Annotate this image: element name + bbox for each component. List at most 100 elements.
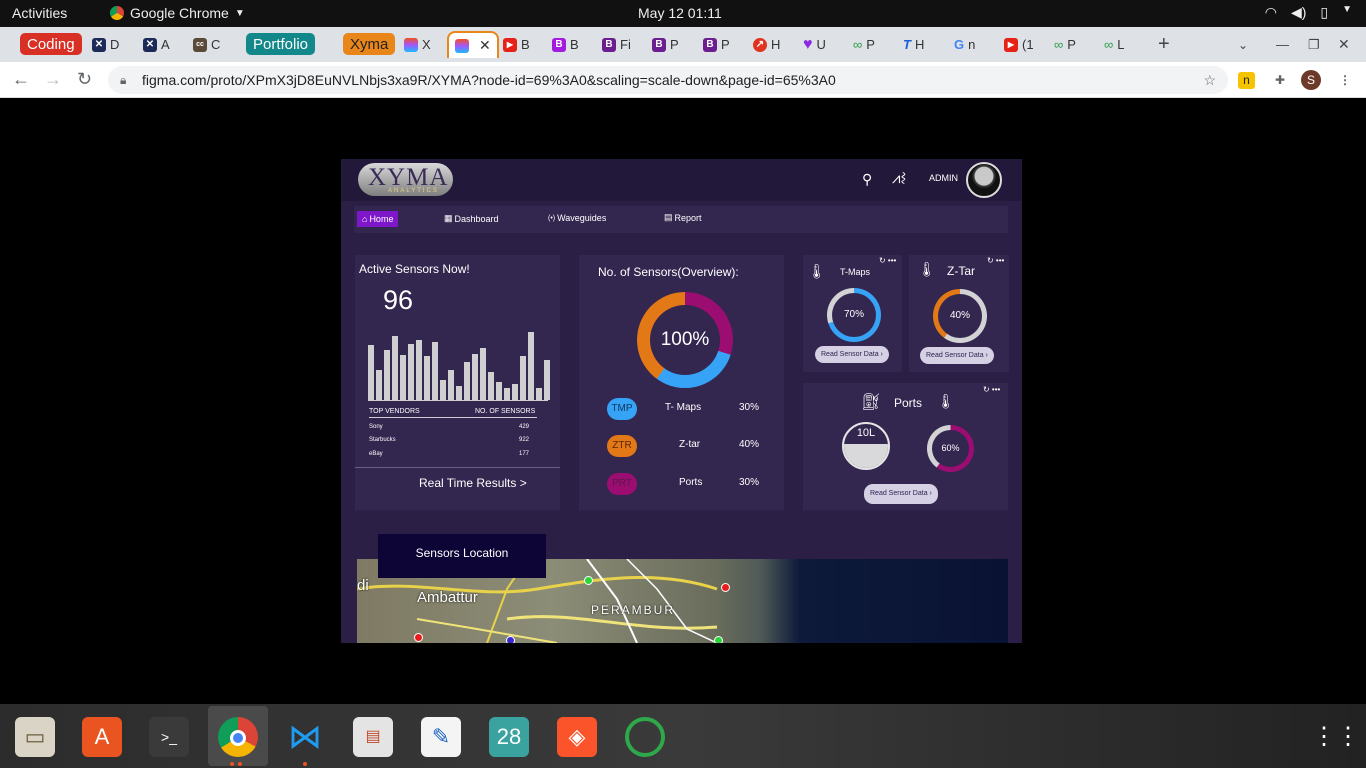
tab[interactable]: ✕ D <box>92 31 119 58</box>
sensor-pin[interactable] <box>721 583 730 592</box>
nav-home[interactable]: ⌂ Home <box>357 211 399 227</box>
show-apps-icon[interactable]: ⋮⋮⋮ <box>1312 717 1366 757</box>
tab-label: Fi <box>620 37 631 52</box>
reload-icon[interactable]: ↻ <box>77 69 92 90</box>
tab-label: H <box>771 37 781 52</box>
app-name: Google Chrome <box>130 5 229 21</box>
tab-search-icon[interactable]: ⌄ <box>1238 31 1248 58</box>
ports-read-sensor-button[interactable]: Read Sensor Data › <box>864 484 938 504</box>
tab[interactable]: ∞ L <box>1104 31 1125 58</box>
bar <box>432 342 438 400</box>
app-menu[interactable]: Google Chrome ▼ <box>110 5 245 21</box>
b-icon: B <box>552 37 566 52</box>
map-label-perambur: PERAMBUR <box>591 603 676 617</box>
legend-name: T- Maps <box>665 402 702 413</box>
gitkraken-icon[interactable] <box>625 717 665 757</box>
tab[interactable]: Gn <box>954 31 975 58</box>
extension-icon[interactable]: n <box>1238 72 1255 89</box>
tab[interactable]: ♥ U <box>803 31 826 58</box>
tab-group-xyma[interactable]: Xyma <box>343 33 396 55</box>
tab[interactable]: X <box>404 31 431 58</box>
tmaps-gauge: 70% <box>827 288 881 342</box>
sensor-pin[interactable] <box>506 636 515 643</box>
text-editor-icon[interactable]: ✎ <box>421 717 461 757</box>
new-tab-button[interactable]: + <box>1158 31 1170 58</box>
legend-name: Ports <box>679 477 703 488</box>
activity-pulse-icon[interactable]: ⩘⌇ <box>892 170 906 187</box>
tab[interactable]: cc C <box>193 31 220 58</box>
terminal-icon[interactable]: >_ <box>149 717 189 757</box>
puzzle-icon[interactable]: ✚ <box>1270 70 1290 90</box>
infinity-icon: ∞ <box>853 37 863 52</box>
tab[interactable]: BB <box>552 31 579 58</box>
refresh-more-icon[interactable]: ↻ ••• <box>983 385 1000 394</box>
tab[interactable]: BP <box>652 31 679 58</box>
page-viewport: XYMA ANALYTICS ⚲ ⩘⌇ ADMIN ⌂ Home ▦ Dashboa… <box>0 98 1366 704</box>
sensor-pin[interactable] <box>584 576 593 585</box>
tab-label: U <box>816 37 826 52</box>
vendor-name: Sony <box>369 424 383 430</box>
tab[interactable]: BP <box>703 31 730 58</box>
close-window-icon[interactable]: ✕ <box>1338 31 1350 58</box>
files-icon[interactable]: ▭ <box>15 717 55 757</box>
back-icon[interactable]: ← <box>12 69 30 90</box>
tab-group-coding[interactable]: Coding <box>20 33 82 55</box>
thermometer-wave-icon: 🌡︎ <box>918 261 936 277</box>
tab[interactable]: B Fi <box>602 31 631 58</box>
profile-avatar[interactable]: S <box>1301 70 1321 90</box>
tab-label: P <box>670 37 679 52</box>
chrome-icon[interactable] <box>218 717 258 757</box>
real-time-results-link[interactable]: Real Time Results > <box>419 476 527 490</box>
calendar-icon[interactable]: 28 <box>489 717 529 757</box>
ztar-read-sensor-button[interactable]: Read Sensor Data › <box>920 347 994 364</box>
broadcast-icon: (•) <box>548 214 556 222</box>
maximize-icon[interactable]: ❐ <box>1308 31 1320 58</box>
bookmark-star-icon[interactable]: ☆ <box>1203 66 1216 94</box>
sensor-pin[interactable] <box>714 636 723 643</box>
bar <box>504 388 510 400</box>
tab-group-portfolio[interactable]: Portfolio <box>246 33 316 55</box>
tab[interactable]: ▶ (1 <box>1004 31 1034 58</box>
document-viewer-icon[interactable]: ▤ <box>353 717 393 757</box>
tank-value: 10L <box>856 427 876 439</box>
nav-dashboard[interactable]: ▦ Dashboard <box>444 213 499 224</box>
tab[interactable]: TH <box>903 31 924 58</box>
software-center-icon[interactable]: A <box>82 717 122 757</box>
system-tray[interactable]: ◠ ◀) ▯ ▼ <box>1265 4 1352 21</box>
logo-subtext: ANALYTICS <box>388 188 439 194</box>
nav-waveguides[interactable]: (•) Waveguides <box>548 213 606 223</box>
activities-button[interactable]: Activities <box>12 5 67 21</box>
tab[interactable]: ∞ P <box>853 31 875 58</box>
nav-waveguides-label: Waveguides <box>557 213 607 223</box>
chrome-icon <box>110 6 124 20</box>
chevron-down-icon: ▼ <box>234 7 245 19</box>
close-icon[interactable]: ✕ <box>479 37 491 54</box>
tab[interactable]: ✕ A <box>143 31 170 58</box>
kebab-menu-icon[interactable]: ⋮ <box>1335 70 1355 90</box>
address-bar[interactable]: 🔒︎ figma.com/proto/XPmX3jD8EuNVLNbjs3xa9… <box>108 66 1228 94</box>
legend-pct: 30% <box>739 402 760 413</box>
vscode-icon[interactable]: ⋈ <box>285 717 325 757</box>
refresh-more-icon[interactable]: ↻ ••• <box>987 256 1004 265</box>
x-app-icon: ✕ <box>92 37 106 52</box>
brave-icon[interactable]: ◈ <box>557 717 597 757</box>
vendor-name: eBay <box>369 451 383 457</box>
tab[interactable]: ∞ P <box>1054 31 1076 58</box>
sensor-pin[interactable] <box>414 633 423 642</box>
tmaps-read-sensor-button[interactable]: Read Sensor Data › <box>815 346 889 363</box>
nav-report[interactable]: ▤ Report <box>664 212 702 223</box>
avatar[interactable] <box>966 162 1002 198</box>
search-icon[interactable]: ⚲ <box>862 171 872 188</box>
bar <box>440 380 446 400</box>
tab[interactable]: ▶ B <box>503 31 530 58</box>
clock[interactable]: May 12 01:11 <box>638 5 722 21</box>
legend-pct: 40% <box>739 439 760 450</box>
minimize-icon[interactable]: — <box>1276 31 1289 58</box>
tab-active-figma[interactable]: ✕ <box>447 31 499 58</box>
refresh-more-icon[interactable]: ↻ ••• <box>879 256 896 265</box>
tab[interactable]: ↗ H <box>753 31 780 58</box>
forward-icon[interactable]: → <box>44 69 62 90</box>
legend-name: Z-tar <box>679 439 701 450</box>
running-indicator <box>238 762 242 766</box>
sensors-location-button[interactable]: Sensors Location <box>378 534 546 578</box>
